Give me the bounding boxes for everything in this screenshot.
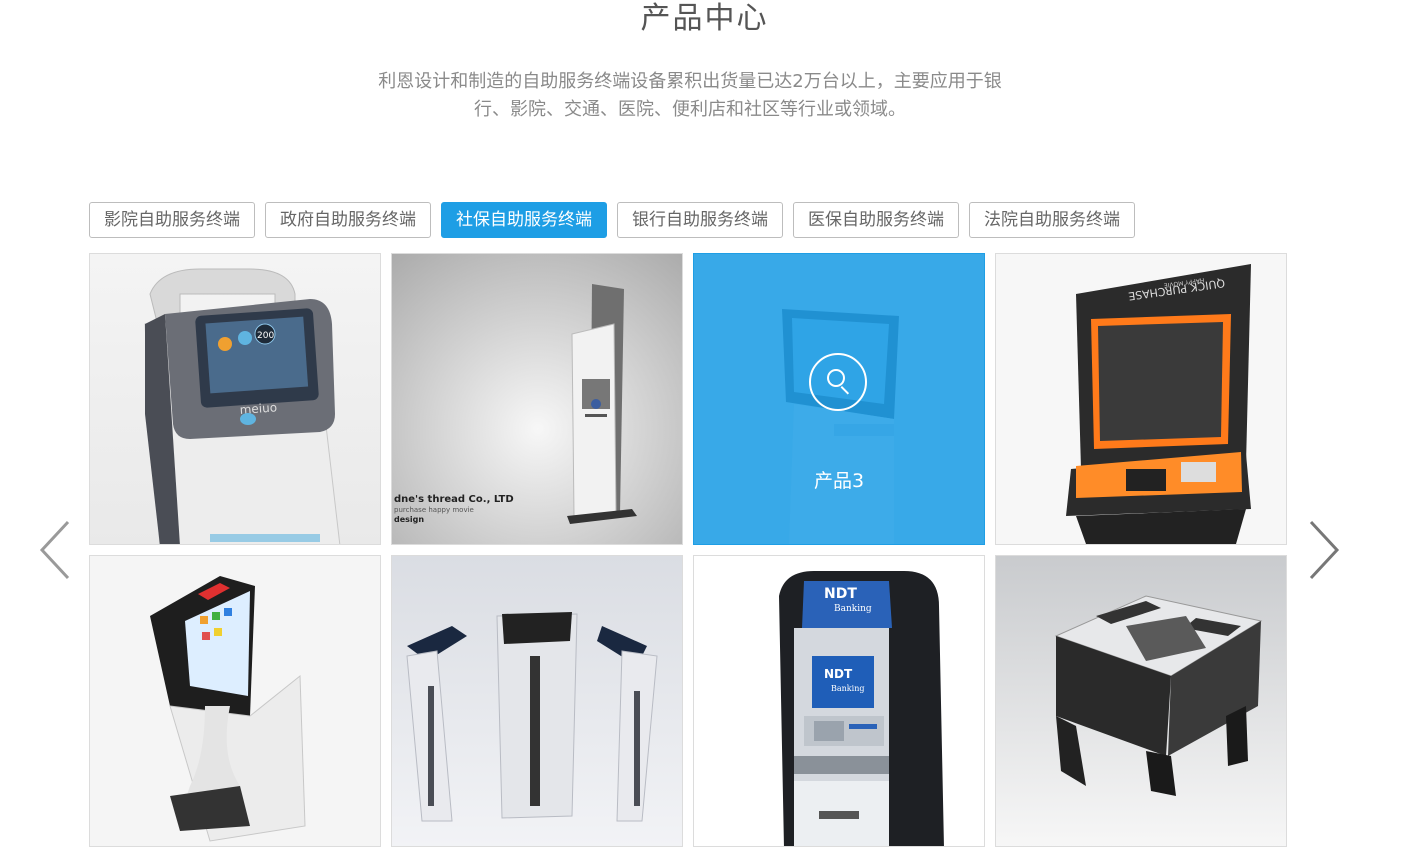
atm-logo-screen: NDT xyxy=(824,667,853,681)
product-card-6[interactable] xyxy=(391,555,683,847)
tab-cinema[interactable]: 影院自助服务终端 xyxy=(89,202,255,238)
section-description: 利恩设计和制造的自助服务终端设备累积出货量已达2万台以上，主要应用于银 行、影院… xyxy=(330,68,1050,124)
tab-court[interactable]: 法院自助服务终端 xyxy=(969,202,1135,238)
product-card-8[interactable] xyxy=(995,555,1287,847)
description-line-2: 行、影院、交通、医院、便利店和社区等行业或领域。 xyxy=(474,99,906,120)
tab-medical-insurance[interactable]: 医保自助服务终端 xyxy=(793,202,959,238)
kiosk-image-8 xyxy=(996,556,1286,846)
atm-logo-screen-sub: Banking xyxy=(831,684,864,693)
kiosk-image-4: QUICK PURCHASE HAPPY MOVIE xyxy=(996,254,1286,544)
kiosk-image-7: NDT Banking NDT Banking xyxy=(694,556,984,846)
chevron-right-icon xyxy=(1309,520,1340,580)
section-title: 产品中心 xyxy=(640,1,769,36)
kiosk-image-6 xyxy=(392,556,682,846)
product-card-5[interactable] xyxy=(89,555,381,847)
atm-logo-top-sub: Banking xyxy=(834,604,872,614)
atm-logo-top: NDT xyxy=(824,586,857,602)
kiosk-image-1: 200 meiuo xyxy=(90,254,380,544)
tab-government[interactable]: 政府自助服务终端 xyxy=(265,202,431,238)
kiosk-print-line-3: design xyxy=(394,515,424,524)
product-card-3[interactable]: 产品3 xyxy=(693,253,985,545)
next-button[interactable] xyxy=(1307,520,1341,580)
description-line-1: 利恩设计和制造的自助服务终端设备累积出货量已达2万台以上，主要应用于银 xyxy=(378,71,1002,92)
tab-social-security[interactable]: 社保自助服务终端 xyxy=(441,202,607,238)
kiosk-badge-text: 200 xyxy=(257,331,274,341)
kiosk-image-5 xyxy=(90,556,380,846)
kiosk-image-2: dne's thread Co., LTD purchase happy mov… xyxy=(392,254,682,544)
product-card-7[interactable]: NDT Banking NDT Banking xyxy=(693,555,985,847)
product-caption[interactable]: 产品3 xyxy=(694,466,984,493)
kiosk-print-line-2: purchase happy movie xyxy=(394,506,474,514)
product-card-1[interactable]: 200 meiuo xyxy=(89,253,381,545)
prev-button[interactable] xyxy=(38,520,72,580)
product-card-2[interactable]: dne's thread Co., LTD purchase happy mov… xyxy=(391,253,683,545)
zoom-icon[interactable] xyxy=(809,353,867,411)
kiosk-print-line-1: dne's thread Co., LTD xyxy=(394,494,514,505)
product-card-4[interactable]: QUICK PURCHASE HAPPY MOVIE xyxy=(995,253,1287,545)
chevron-left-icon xyxy=(39,520,70,580)
tab-bank[interactable]: 银行自助服务终端 xyxy=(617,202,783,238)
